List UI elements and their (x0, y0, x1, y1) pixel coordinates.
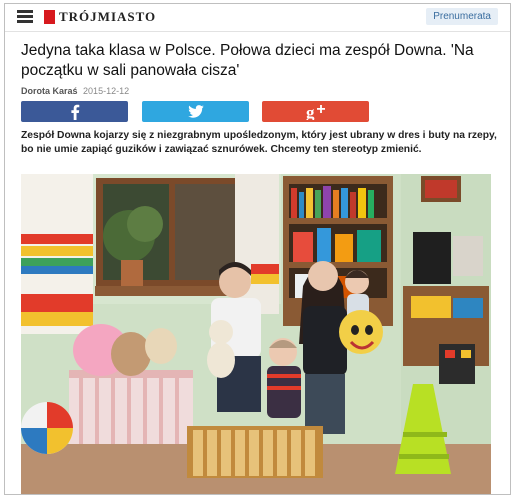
share-google-plus-button[interactable]: g (262, 101, 369, 122)
article-photo (21, 174, 491, 494)
top-bar: TRÓJMIASTO Prenumerata (5, 4, 510, 32)
share-twitter-button[interactable] (142, 101, 249, 122)
logo-text: TRÓJMIASTO (59, 9, 157, 24)
menu-icon[interactable] (17, 10, 33, 23)
google-plus-icon: g (306, 104, 325, 120)
svg-text:g: g (306, 104, 315, 120)
site-logo[interactable]: TRÓJMIASTO (44, 9, 156, 25)
facebook-icon (70, 104, 79, 120)
article-lead: Zespół Downa kojarzy się z niezgrabnym u… (21, 130, 497, 155)
twitter-icon (187, 105, 204, 118)
publish-date: 2015-12-12 (83, 86, 130, 96)
browser-frame: TRÓJMIASTO Prenumerata Jedyna taka klasa… (4, 3, 511, 495)
article-meta: Dorota Karaś 2015-12-12 (21, 86, 129, 96)
share-facebook-button[interactable] (21, 101, 128, 122)
article-title: Jedyna taka klasa w Polsce. Połowa dziec… (21, 42, 474, 79)
logo-mark (44, 10, 55, 24)
author-name[interactable]: Dorota Karaś (21, 86, 78, 96)
subscribe-button[interactable]: Prenumerata (426, 8, 498, 25)
